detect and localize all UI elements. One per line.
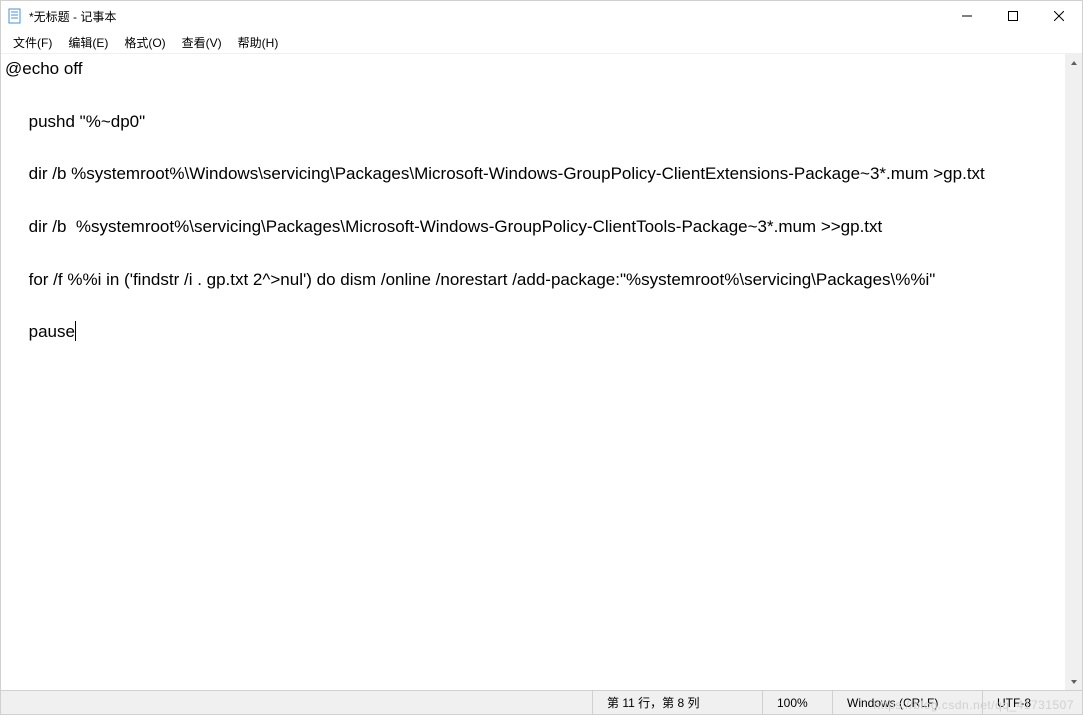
status-encoding: UTF-8: [982, 691, 1082, 714]
scroll-down-arrow-icon[interactable]: [1065, 673, 1082, 690]
window-title: *无标题 - 记事本: [29, 8, 116, 25]
text-editor[interactable]: @echo off pushd "%~dp0" dir /b %systemro…: [1, 54, 1065, 690]
window-controls: [944, 1, 1082, 31]
menu-edit[interactable]: 编辑(E): [60, 32, 116, 53]
status-spacer: [1, 691, 592, 714]
statusbar: 第 11 行，第 8 列 100% Windows (CRLF) UTF-8 h…: [1, 690, 1082, 714]
editor-area: @echo off pushd "%~dp0" dir /b %systemro…: [1, 53, 1082, 690]
vertical-scrollbar[interactable]: [1065, 54, 1082, 690]
status-zoom: 100%: [762, 691, 832, 714]
minimize-button[interactable]: [944, 1, 990, 31]
text-caret: [75, 321, 76, 341]
maximize-button[interactable]: [990, 1, 1036, 31]
menu-format[interactable]: 格式(O): [116, 32, 173, 53]
menu-help[interactable]: 帮助(H): [230, 32, 287, 53]
titlebar: *无标题 - 记事本: [1, 1, 1082, 31]
editor-content: @echo off pushd "%~dp0" dir /b %systemro…: [5, 59, 985, 341]
close-button[interactable]: [1036, 1, 1082, 31]
scroll-up-arrow-icon[interactable]: [1065, 54, 1082, 71]
status-cursor-position: 第 11 行，第 8 列: [592, 691, 762, 714]
menubar: 文件(F) 编辑(E) 格式(O) 查看(V) 帮助(H): [1, 31, 1082, 53]
menu-view[interactable]: 查看(V): [174, 32, 230, 53]
menu-file[interactable]: 文件(F): [5, 32, 60, 53]
notepad-icon: [7, 8, 23, 24]
status-line-ending: Windows (CRLF): [832, 691, 982, 714]
